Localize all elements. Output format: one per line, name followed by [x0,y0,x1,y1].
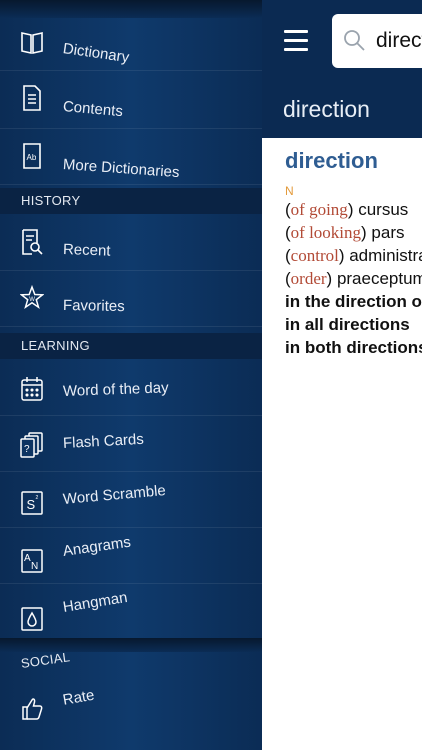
menu-item-hangman[interactable]: Hangman [0,583,262,640]
scramble-tile-icon: S 2 [20,489,44,517]
menu-label-flash-cards: Flash Cards [62,430,145,452]
book-icon [20,28,44,56]
menu-label-rate: Rate [61,686,96,709]
menu-label-favorites: Favorites [62,297,125,316]
sense-translation[interactable]: pars [371,223,404,242]
menu-item-more-dictionaries[interactable]: Ab More Dictionaries [0,128,262,185]
menu-label-contents: Contents [62,98,124,121]
search-icon [344,30,365,51]
menu-item-flash-cards[interactable]: ? Flash Cards [0,415,262,472]
top-bar: direction [262,0,422,138]
headword: direction [285,148,378,173]
menu-item-word-scramble[interactable]: S 2 Word Scramble [0,471,262,528]
sense-context: of going [290,200,348,219]
phrase-item[interactable]: in the direction of [285,290,422,313]
menu-label-dictionary: Dictionary [61,40,131,67]
menu-item-dictionary[interactable]: Dictionary [0,14,262,71]
sense-context: of looking [290,223,362,242]
sense-translation[interactable]: cursus [358,200,408,219]
menu-label-more-dictionaries: More Dictionaries [62,156,181,182]
section-header-learning: LEARNING [0,333,262,359]
menu-label-word-of-the-day: Word of the day [62,379,169,400]
part-of-speech: N [285,184,294,198]
svg-text:?: ? [24,444,30,455]
section-header-history: HISTORY [0,188,262,214]
hangman-drop-icon [20,605,44,633]
sense-translation[interactable]: administratio [349,246,422,265]
sense-row: (of going) cursus [285,200,409,219]
menu-item-contents[interactable]: Contents [0,72,262,129]
phrase-item[interactable]: in all directions [285,313,422,336]
document-icon [20,84,44,112]
side-menu: Dictionary Contents Ab More Dictionaries… [0,0,262,750]
svg-text:S: S [27,497,36,512]
sense-translation[interactable]: praeceptum [337,269,422,288]
search-box[interactable] [332,14,422,68]
svg-text:W: W [29,297,35,303]
entry-panel: direction direction N (of going) cursus … [262,0,422,750]
svg-text:Ab: Ab [27,153,37,162]
menu-item-anagrams[interactable]: A N Anagrams [0,527,262,584]
menu-item-favorites[interactable]: W Favorites [0,270,262,327]
section-header-social: SOCIAL [19,649,72,671]
sense-context: control [290,246,339,265]
svg-text:2: 2 [36,495,39,501]
sense-row: (of looking) pars [285,223,405,242]
calendar-icon [20,375,44,403]
sense-row: (order) praeceptum [285,267,422,290]
svg-text:N: N [31,561,38,572]
thumbs-up-icon [20,694,44,722]
anagram-tile-icon: A N [20,547,44,575]
hamburger-menu-icon[interactable] [284,30,308,52]
menu-item-word-of-the-day[interactable]: Word of the day [0,359,262,416]
entry-title: direction [283,96,370,122]
menu-label-anagrams: Anagrams [61,533,132,560]
recent-search-icon [20,228,44,256]
phrase-item[interactable]: in both directions [285,336,422,359]
menu-item-recent[interactable]: Recent [0,214,262,271]
menu-label-recent: Recent [62,241,111,260]
menu-label-word-scramble: Word Scramble [62,482,167,508]
menu-label-hangman: Hangman [61,588,129,616]
cards-icon: ? [20,431,44,459]
star-icon: W [20,284,44,312]
sense-context: order [290,269,327,288]
fold-shadow [0,638,262,652]
svg-text:A: A [24,553,31,564]
search-input[interactable] [376,26,422,56]
ab-book-icon: Ab [20,142,44,170]
menu-item-rate[interactable]: Rate [0,678,262,734]
dictionary-entry: direction N (of going) cursus (of lookin… [285,148,422,359]
sense-row: (control) administratio [285,244,422,267]
